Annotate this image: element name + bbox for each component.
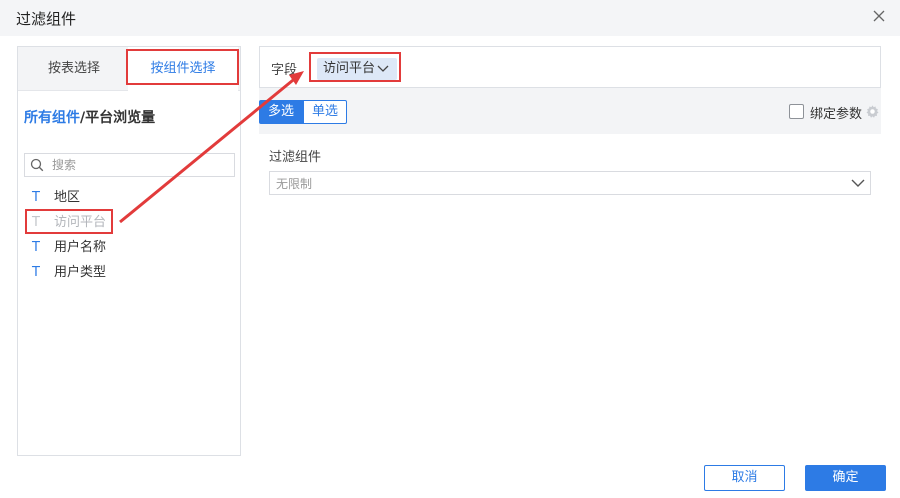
text-type-icon: T — [32, 265, 40, 280]
field-item-label: 用户类型 — [54, 265, 107, 280]
field-label: 字段 — [271, 63, 298, 78]
field-drop-row: 字段 访问平台 — [259, 46, 881, 88]
filter-component-box: 过滤组件 无限制 — [259, 134, 881, 456]
cancel-button[interactable]: 取消 — [704, 465, 785, 491]
text-type-icon: T — [32, 190, 40, 205]
dialog-title: 过滤组件 — [16, 10, 77, 28]
text-type-icon: T — [32, 240, 40, 255]
filter-component-title: 过滤组件 — [269, 150, 322, 165]
text-type-icon: T — [32, 215, 40, 230]
confirm-button[interactable]: 确定 — [805, 465, 886, 491]
filter-component-select[interactable]: 无限制 — [269, 171, 871, 195]
search-icon — [30, 158, 44, 172]
bind-parameter-option[interactable]: 绑定参数 — [789, 103, 881, 122]
field-search-box — [24, 153, 235, 177]
field-item-label: 访问平台 — [54, 215, 107, 230]
search-input[interactable] — [52, 154, 232, 176]
chevron-down-icon — [377, 65, 389, 72]
field-item-region[interactable]: T 地区 — [32, 187, 222, 209]
breadcrumb-all-components-link[interactable]: 所有组件 — [24, 110, 80, 126]
multi-select-button[interactable]: 多选 — [259, 100, 303, 124]
field-item-user-type[interactable]: T 用户类型 — [32, 262, 222, 284]
selected-field-chip[interactable]: 访问平台 — [317, 58, 397, 80]
tab-by-table[interactable]: 按表选择 — [36, 47, 112, 91]
close-icon[interactable] — [870, 7, 888, 25]
bind-parameter-label: 绑定参数 — [810, 107, 863, 122]
single-select-button[interactable]: 单选 — [303, 100, 347, 124]
field-item-user-name[interactable]: T 用户名称 — [32, 237, 222, 259]
filter-config-panel: 字段 访问平台 多选 单选 绑定参数 过滤组件 无限制 — [259, 46, 881, 456]
dialog-title-bar: 过滤组件 — [0, 0, 900, 36]
component-picker-panel: 按表选择 按组件选择 所有组件/平台浏览量 T地区 T访问平台 T用户名称 T用… — [17, 46, 241, 456]
filter-select-value: 无限制 — [276, 177, 313, 191]
breadcrumb-current: 平台浏览量 — [85, 110, 156, 126]
selection-tabs: 按表选择 按组件选择 — [18, 47, 240, 91]
field-item-label: 用户名称 — [54, 240, 107, 255]
breadcrumb: 所有组件/平台浏览量 — [24, 107, 155, 127]
selected-field-label: 访问平台 — [323, 61, 376, 76]
bind-parameter-checkbox[interactable] — [789, 104, 804, 119]
field-item-label: 地区 — [54, 190, 81, 205]
tab-by-component[interactable]: 按组件选择 — [128, 47, 238, 91]
field-item-platform[interactable]: T 访问平台 — [32, 212, 222, 234]
chevron-down-icon — [851, 179, 865, 187]
gear-icon[interactable] — [865, 104, 880, 119]
